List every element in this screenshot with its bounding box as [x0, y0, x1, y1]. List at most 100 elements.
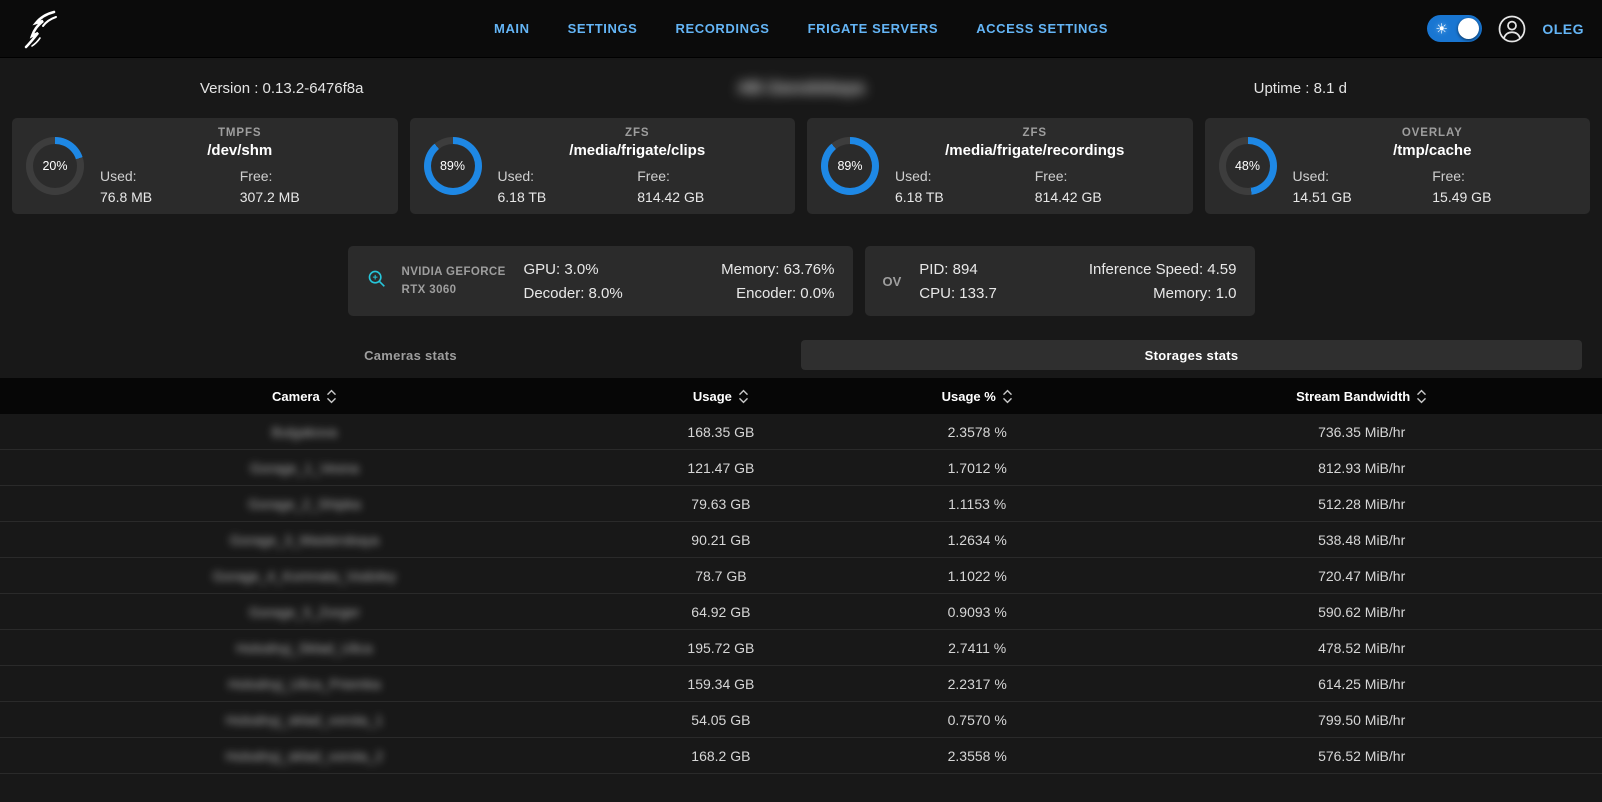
tab-label: Cameras stats — [364, 348, 457, 363]
free-value: 15.49 GB — [1432, 189, 1572, 205]
bandwidth-cell: 614.25 MiB/hr — [1121, 676, 1602, 692]
free-label: Free: — [1035, 168, 1175, 184]
gpu-usage: GPU: 3.0% — [524, 261, 623, 278]
usage-cell: 64.92 GB — [609, 604, 833, 620]
nav-link[interactable]: MAIN — [494, 21, 530, 36]
gpu-card: NVIDIA GEFORCE RTX 3060 GPU: 3.0% Decode… — [348, 246, 853, 316]
table-header-cell[interactable]: Usage % — [833, 388, 1121, 404]
table-row: Gorage_2_Shipka 79.63 GB 1.1153 % 512.28… — [0, 486, 1602, 522]
usage-percent-cell: 1.1153 % — [833, 496, 1121, 512]
usage-cell: 195.72 GB — [609, 640, 833, 656]
usage-percent: 48% — [1235, 159, 1260, 173]
navbar-right: ☀ OLEG — [1427, 14, 1584, 44]
column-label: Camera — [272, 389, 320, 404]
filesystem-type: OVERLAY — [1293, 127, 1573, 139]
detector-inference-speed: Inference Speed: 4.59 — [1089, 261, 1237, 278]
storage-card: 89% ZFS /media/frigate/recordings Used: … — [807, 118, 1193, 214]
stats-tabs: Cameras stats Storages stats — [20, 340, 1582, 370]
usage-percent-cell: 2.2317 % — [833, 676, 1121, 692]
bandwidth-cell: 512.28 MiB/hr — [1121, 496, 1602, 512]
mount-path: /tmp/cache — [1293, 142, 1573, 159]
usage-percent-cell: 0.9093 % — [833, 604, 1121, 620]
storages-table: Camera Usage Usage % — [0, 378, 1602, 774]
gpu-detector-row: NVIDIA GEFORCE RTX 3060 GPU: 3.0% Decode… — [0, 246, 1602, 316]
usage-percent-cell: 1.1022 % — [833, 568, 1121, 584]
usage-cell: 121.47 GB — [609, 460, 833, 476]
toggle-knob — [1458, 18, 1479, 39]
camera-name-blurred: Holodnyj_Ulica_Priemka — [0, 676, 609, 692]
camera-name-blurred: Gorage_3_Masterskaya — [0, 532, 609, 548]
usage-percent-cell: 0.7570 % — [833, 712, 1121, 728]
storage-card: 20% TMPFS /dev/shm Used: 76.8 MB Free: 3… — [12, 118, 398, 214]
usage-donut-gauge: 89% — [424, 137, 482, 195]
theme-toggle[interactable]: ☀ — [1427, 15, 1482, 42]
usage-donut-gauge: 20% — [26, 137, 84, 195]
used-label: Used: — [1293, 168, 1433, 184]
filesystem-type: ZFS — [895, 127, 1175, 139]
camera-name-blurred: Holodnyj_sklad_vorota_2 — [0, 748, 609, 764]
gpu-name-line1: NVIDIA GEFORCE — [402, 263, 510, 281]
nav-link[interactable]: FRIGATE SERVERS — [808, 21, 939, 36]
usage-percent-cell: 2.3558 % — [833, 748, 1121, 764]
detector-type-label: OV — [883, 274, 902, 289]
detector-memory: Memory: 1.0 — [1089, 285, 1237, 302]
used-label: Used: — [498, 168, 638, 184]
stats-tab[interactable]: Cameras stats — [20, 340, 801, 370]
table-row: Bulgakova 168.35 GB 2.3578 % 736.35 MiB/… — [0, 414, 1602, 450]
sun-icon: ☀ — [1435, 20, 1448, 37]
table-header-cell[interactable]: Camera — [0, 388, 609, 404]
sort-icon — [1002, 389, 1013, 404]
bandwidth-cell: 736.35 MiB/hr — [1121, 424, 1602, 440]
camera-name-blurred: Bulgakova — [0, 424, 609, 440]
table-body: Bulgakova 168.35 GB 2.3578 % 736.35 MiB/… — [0, 414, 1602, 774]
uptime-label: Uptime : 8.1 d — [1254, 80, 1347, 97]
free-value: 814.42 GB — [1035, 189, 1175, 205]
camera-name-blurred: Gorage_1_Vesna — [0, 460, 609, 476]
used-value: 6.18 TB — [895, 189, 1035, 205]
free-value: 307.2 MB — [240, 189, 380, 205]
free-label: Free: — [637, 168, 777, 184]
table-row: Gorage_5_Zorger 64.92 GB 0.9093 % 590.62… — [0, 594, 1602, 630]
usage-cell: 78.7 GB — [609, 568, 833, 584]
user-avatar-icon[interactable] — [1497, 14, 1527, 44]
detector-card: OV PID: 894 CPU: 133.7 Inference Speed: … — [865, 246, 1255, 316]
table-row: Gorage_3_Masterskaya 90.21 GB 1.2634 % 5… — [0, 522, 1602, 558]
free-label: Free: — [1432, 168, 1572, 184]
nav-link[interactable]: ACCESS SETTINGS — [976, 21, 1108, 36]
nav-link[interactable]: SETTINGS — [568, 21, 638, 36]
used-label: Used: — [100, 168, 240, 184]
gpu-search-icon — [366, 268, 388, 295]
gpu-memory: Memory: 63.76% — [721, 261, 834, 278]
filesystem-type: ZFS — [498, 127, 778, 139]
usage-percent-cell: 2.7411 % — [833, 640, 1121, 656]
bandwidth-cell: 590.62 MiB/hr — [1121, 604, 1602, 620]
frigate-logo-icon[interactable] — [18, 7, 62, 51]
table-header-row: Camera Usage Usage % — [0, 378, 1602, 414]
table-header-cell[interactable]: Stream Bandwidth — [1121, 388, 1602, 404]
table-header-cell[interactable]: Usage — [609, 388, 833, 404]
usage-cell: 90.21 GB — [609, 532, 833, 548]
usage-percent: 20% — [42, 159, 67, 173]
camera-name-blurred: Holodnyj_Sklad_Ulica — [0, 640, 609, 656]
mount-path: /media/frigate/clips — [498, 142, 778, 159]
bandwidth-cell: 720.47 MiB/hr — [1121, 568, 1602, 584]
used-label: Used: — [895, 168, 1035, 184]
free-label: Free: — [240, 168, 380, 184]
nav-links: MAIN SETTINGS RECORDINGS FRIGATE SERVERS… — [494, 21, 1108, 36]
bandwidth-cell: 478.52 MiB/hr — [1121, 640, 1602, 656]
bandwidth-cell: 538.48 MiB/hr — [1121, 532, 1602, 548]
gpu-name-line2: RTX 3060 — [402, 281, 510, 299]
table-row: Gorage_4_Komnata_Vodoley 78.7 GB 1.1022 … — [0, 558, 1602, 594]
sort-icon — [326, 389, 337, 404]
detector-cpu: CPU: 133.7 — [919, 285, 997, 302]
usage-percent-cell: 1.2634 % — [833, 532, 1121, 548]
camera-name-blurred: Gorage_2_Shipka — [0, 496, 609, 512]
camera-name-blurred: Gorage_4_Komnata_Vodoley — [0, 568, 609, 584]
stats-tab[interactable]: Storages stats — [801, 340, 1582, 370]
nav-link[interactable]: RECORDINGS — [675, 21, 769, 36]
usage-cell: 168.2 GB — [609, 748, 833, 764]
detector-pid: PID: 894 — [919, 261, 997, 278]
username[interactable]: OLEG — [1542, 21, 1584, 37]
status-header: Version : 0.13.2-6476f8a AB Zavodskaya U… — [0, 58, 1602, 118]
bandwidth-cell: 576.52 MiB/hr — [1121, 748, 1602, 764]
